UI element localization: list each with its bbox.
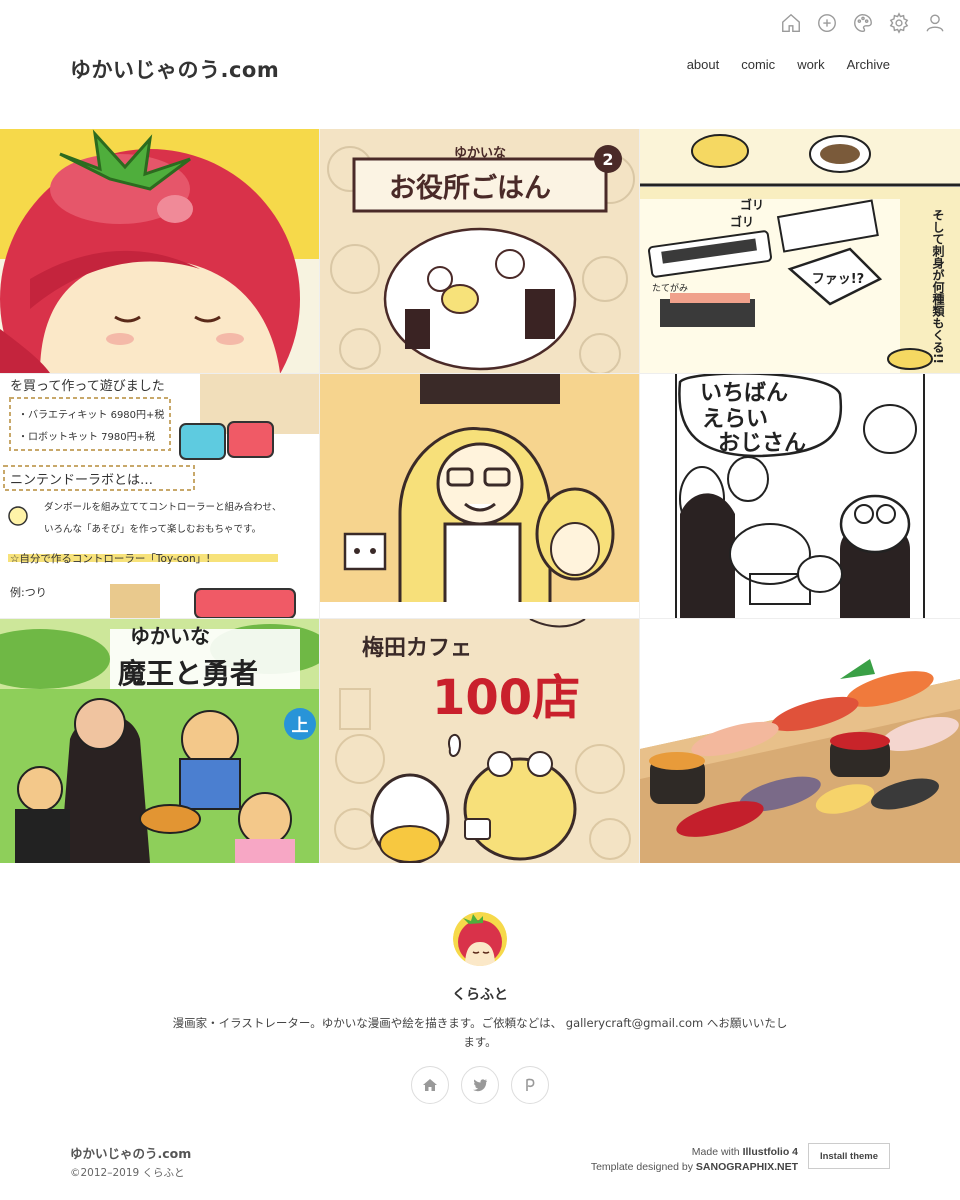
tile2-caption-top: ゆかいな xyxy=(454,146,506,161)
gallery-tile-sushi-comic[interactable]: ファッ!? ゴリ ゴリ たてがみ そして刺身が何種類もくる!! xyxy=(640,129,960,373)
tile3-fah: ファッ!? xyxy=(812,272,864,287)
made-with-link[interactable]: Illustfolio 4 xyxy=(743,1146,798,1158)
footer-copyright: ©2012–2019 くらふと xyxy=(70,1167,185,1179)
home-icon xyxy=(423,1079,437,1091)
tile6-title2: えらい xyxy=(702,407,768,432)
nav-work[interactable]: work xyxy=(797,57,824,72)
pixiv-icon xyxy=(526,1078,535,1091)
profile-section: くらふと 漫画家・イラストレーター。ゆかいな漫画や絵を描きます。ご依頼などは、 … xyxy=(0,912,960,1104)
install-theme-button[interactable]: Install theme xyxy=(808,1143,890,1169)
gallery-tile-tomato-girl[interactable] xyxy=(0,129,319,373)
tile4-line2: ・バラエティキット 6980円+税 xyxy=(18,408,164,421)
palette-icon[interactable] xyxy=(852,12,874,34)
tile3-gori1: ゴリ xyxy=(740,197,764,212)
nav-archive[interactable]: Archive xyxy=(847,57,890,72)
social-links xyxy=(0,1066,960,1104)
site-title[interactable]: ゆかいじゃのう.com xyxy=(70,54,279,84)
tile7-caption-top: ゆかいな xyxy=(130,624,210,648)
social-pixiv-button[interactable] xyxy=(511,1066,549,1104)
profile-bio: 漫画家・イラストレーター。ゆかいな漫画や絵を描きます。ご依頼などは、 galle… xyxy=(172,1016,788,1049)
social-home-button[interactable] xyxy=(411,1066,449,1104)
home-icon[interactable] xyxy=(780,12,802,34)
profile-name: くらふと xyxy=(452,987,508,1003)
emoji-add-icon[interactable] xyxy=(816,12,838,34)
tile7-volume: 上 xyxy=(292,716,309,736)
gallery-tile-nintendo-labo[interactable]: を買って作って遊びました ・バラエティキット 6980円+税 ・ロボットキット … xyxy=(0,374,319,618)
gallery-tile-maou-to-yuusha[interactable]: ゆかいな 魔王と勇者 上 xyxy=(0,619,319,863)
made-with-prefix: Made with xyxy=(691,1146,743,1158)
tile3-vertical-caption: そして刺身が何種類もくる!! xyxy=(931,209,945,364)
tile4-line3: ・ロボットキット 7980円+税 xyxy=(18,430,155,443)
template-prefix: Template designed by xyxy=(590,1161,696,1173)
template-link[interactable]: SANOGRAPHIX.NET xyxy=(696,1161,798,1173)
tile4-line5: ダンボールを組み立ててコントローラーと組み合わせ、 xyxy=(44,501,282,513)
tile4-line1: を買って作って遊びました xyxy=(10,379,165,394)
main-nav: about comic work Archive xyxy=(687,57,890,72)
gallery-tile-ichiban-erai-ojisan[interactable]: いちばん えらい おじさん xyxy=(640,374,960,618)
tile3-gori2: ゴリ xyxy=(730,214,754,229)
gallery-tile-umeda-cafe[interactable]: 梅田カフェ 100店 xyxy=(320,619,639,863)
gallery-grid: ゆかいな お役所ごはん 2 ファッ!? ゴリ ゴリ たてがみ そして刺身が何種類… xyxy=(0,129,960,863)
footer-site-title[interactable]: ゆかいじゃのう.com xyxy=(70,1143,191,1162)
tile4-line6: いろんな「あそび」を作って楽しむおもちゃです。 xyxy=(44,523,261,535)
footer-credits: Made with Illustfolio 4 Template designe… xyxy=(591,1145,798,1175)
twitter-icon xyxy=(473,1079,488,1092)
gallery-tile-glasses-girl[interactable] xyxy=(320,374,639,618)
nav-comic[interactable]: comic xyxy=(741,57,775,72)
tile4-line7: ☆自分で作るコントローラー「Toy-con」! xyxy=(10,552,210,565)
footer-brand: ゆかいじゃのう.com ©2012–2019 くらふと xyxy=(70,1143,191,1180)
tile8-caption-number: 100店 xyxy=(432,670,580,726)
gear-icon[interactable] xyxy=(888,12,910,34)
tile6-title3: おじさん xyxy=(718,431,806,456)
tile2-caption-number: 2 xyxy=(602,150,613,169)
user-icon[interactable] xyxy=(924,12,946,34)
tile4-line4: ニンテンドーラボとは… xyxy=(10,473,153,488)
avatar xyxy=(453,912,507,966)
tile8-caption-title: 梅田カフェ xyxy=(362,635,472,661)
tile6-title1: いちばん xyxy=(700,381,788,406)
social-twitter-button[interactable] xyxy=(461,1066,499,1104)
tile2-caption-title: お役所ごはん xyxy=(389,172,551,204)
tile4-line8: 例:つり xyxy=(10,585,47,599)
gallery-tile-sushi-platter[interactable] xyxy=(640,619,960,863)
tile3-tategami: たてがみ xyxy=(652,282,688,294)
nav-about[interactable]: about xyxy=(687,57,720,72)
gallery-tile-oyakusho-gohan[interactable]: ゆかいな お役所ごはん 2 xyxy=(320,129,639,373)
tile7-caption-title: 魔王と勇者 xyxy=(118,657,258,690)
top-icon-bar xyxy=(780,12,946,34)
